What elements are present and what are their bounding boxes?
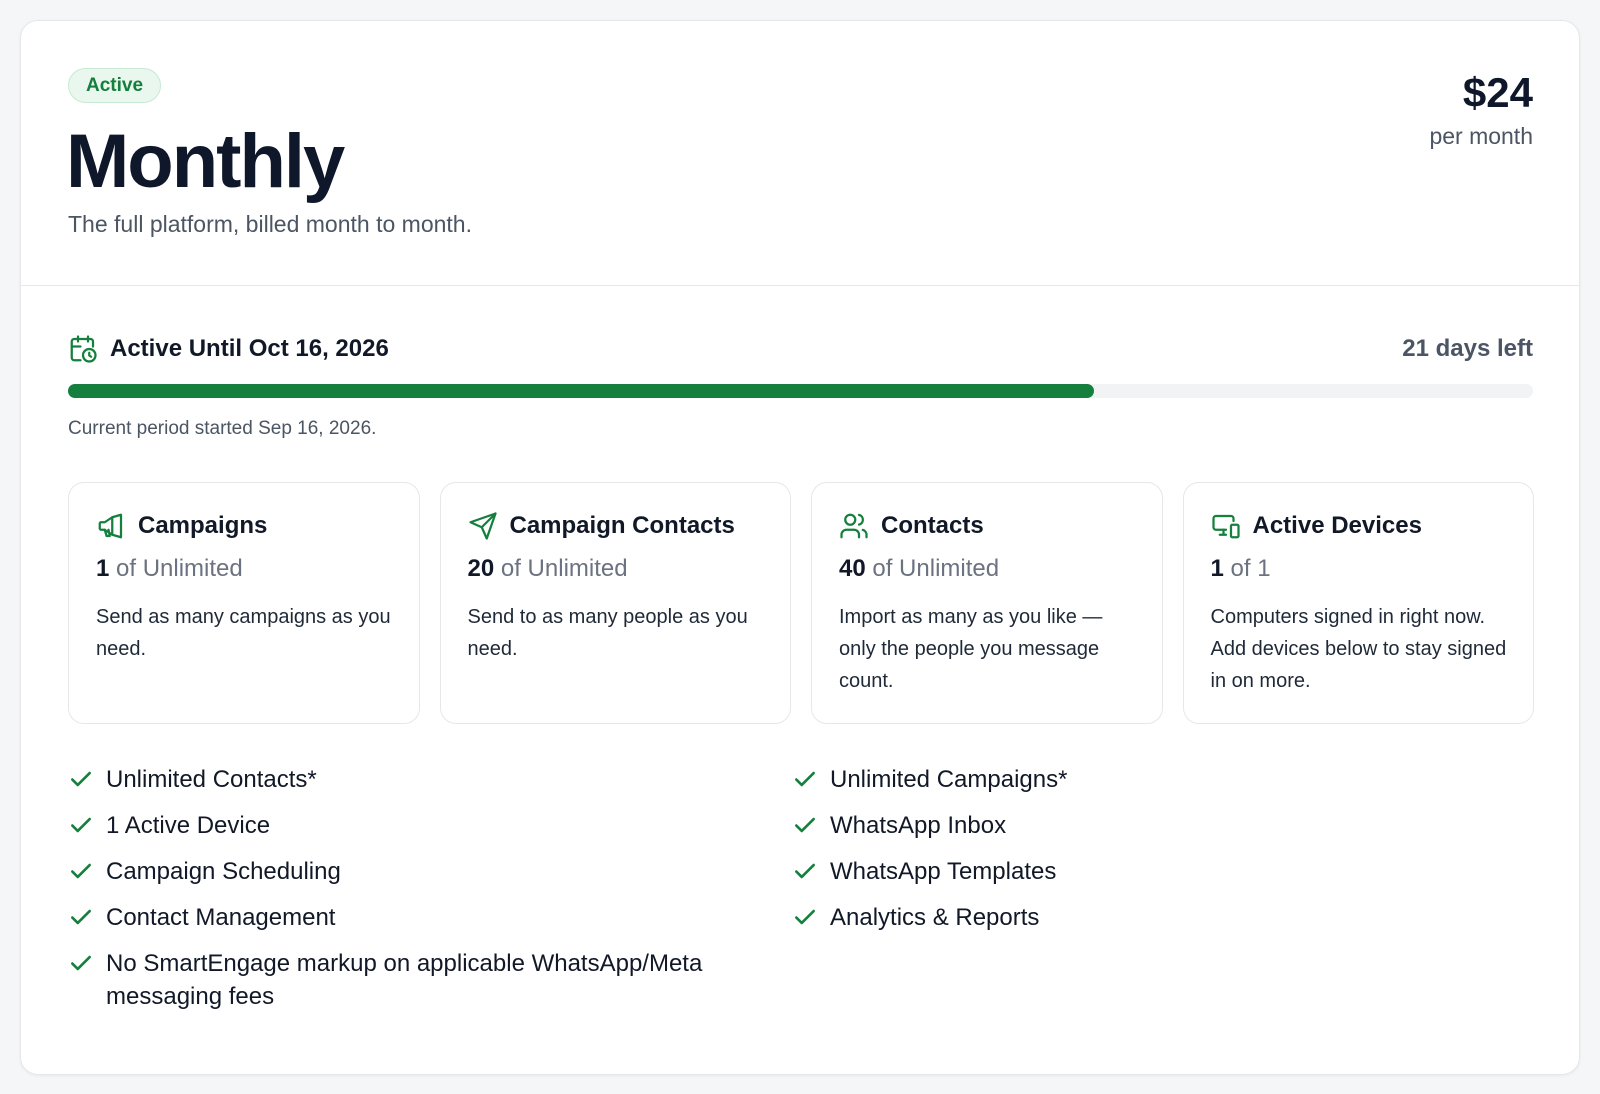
- feature-text: Analytics & Reports: [830, 904, 1040, 931]
- usage-count: 1 of Unlimited: [96, 555, 243, 582]
- usage-card-contacts: Contacts 40 of Unlimited Import as many …: [811, 482, 1163, 724]
- feature-item: Unlimited Contacts*: [68, 763, 807, 809]
- plan-title: Monthly: [66, 119, 345, 204]
- feature-text: Contact Management: [106, 904, 336, 931]
- feature-item: WhatsApp Inbox: [792, 809, 1492, 855]
- subscription-card: Active Monthly The full platform, billed…: [20, 20, 1580, 1075]
- feature-column-right: Unlimited Campaigns* WhatsApp Inbox What…: [792, 763, 1492, 1013]
- check-icon: [71, 909, 91, 925]
- usage-count: 20 of Unlimited: [467, 555, 628, 582]
- check-icon: [795, 771, 815, 787]
- feature-item: 1 Active Device: [68, 809, 807, 855]
- send-icon: [468, 512, 497, 540]
- price-period: per month: [1429, 123, 1533, 149]
- usage-description: Computers signed in right now. Add devic…: [1210, 606, 1507, 692]
- usage-description: Send to as many people as you need.: [467, 606, 748, 660]
- feature-list: Unlimited Contacts* 1 Active Device Camp…: [68, 763, 1534, 1013]
- feature-text: No SmartEngage markup on applicable What…: [106, 950, 703, 1010]
- feature-item: Campaign Scheduling: [68, 855, 807, 901]
- feature-text: Unlimited Contacts*: [106, 766, 317, 793]
- feature-text: 1 Active Device: [106, 812, 271, 839]
- check-icon: [795, 863, 815, 879]
- feature-item: Contact Management: [68, 901, 807, 947]
- usage-title: Active Devices: [1252, 512, 1422, 539]
- usage-cards: Campaigns 1 of Unlimited Send as many ca…: [68, 482, 1534, 724]
- check-icon: [71, 863, 91, 879]
- plan-price: $24: [1462, 69, 1533, 116]
- feature-text: Unlimited Campaigns*: [830, 766, 1068, 793]
- period-progress-bar: [68, 384, 1533, 398]
- usage-title: Contacts: [881, 512, 984, 539]
- billing-period-row: Active Until Oct 16, 2026 21 days left: [68, 334, 1533, 366]
- check-icon: [71, 817, 91, 833]
- feature-text: Campaign Scheduling: [106, 858, 341, 885]
- period-progress-fill: [68, 384, 1094, 398]
- megaphone-icon: [98, 513, 123, 539]
- usage-card-campaigns: Campaigns 1 of Unlimited Send as many ca…: [68, 482, 420, 724]
- devices-icon: [1211, 514, 1240, 539]
- feature-text: WhatsApp Inbox: [830, 812, 1007, 839]
- usage-title: Campaigns: [138, 512, 268, 539]
- days-left: 21 days left: [1402, 335, 1533, 362]
- active-until-label: Active Until Oct 16, 2026: [110, 335, 389, 362]
- check-icon: [71, 955, 91, 971]
- feature-column-left: Unlimited Contacts* 1 Active Device Camp…: [68, 763, 807, 1013]
- users-icon: [840, 513, 868, 539]
- plan-description: The full platform, billed month to month…: [68, 211, 472, 237]
- usage-card-campaign-contacts: Campaign Contacts 20 of Unlimited Send t…: [439, 482, 791, 724]
- feature-text: WhatsApp Templates: [830, 858, 1057, 885]
- check-icon: [71, 771, 91, 787]
- usage-card-active-devices: Active Devices 1 of 1 Computers signed i…: [1182, 482, 1534, 724]
- plan-header: Active Monthly The full platform, billed…: [21, 21, 1579, 286]
- period-start-note: Current period started Sep 16, 2026.: [68, 418, 377, 439]
- check-icon: [795, 817, 815, 833]
- feature-item: WhatsApp Templates: [792, 855, 1492, 901]
- feature-item: Unlimited Campaigns*: [792, 763, 1492, 809]
- check-icon: [795, 909, 815, 925]
- usage-description: Import as many as you like — only the pe…: [839, 606, 1103, 692]
- usage-count: 1 of 1: [1210, 555, 1271, 582]
- usage-count: 40 of Unlimited: [839, 555, 1000, 582]
- usage-title: Campaign Contacts: [509, 512, 735, 539]
- usage-description: Send as many campaigns as you need.: [96, 606, 391, 660]
- feature-item: Analytics & Reports: [792, 901, 1492, 947]
- calendar-clock-icon: [70, 335, 97, 363]
- feature-item: No SmartEngage markup on applicable What…: [68, 947, 807, 1013]
- status-badge: Active: [68, 68, 162, 103]
